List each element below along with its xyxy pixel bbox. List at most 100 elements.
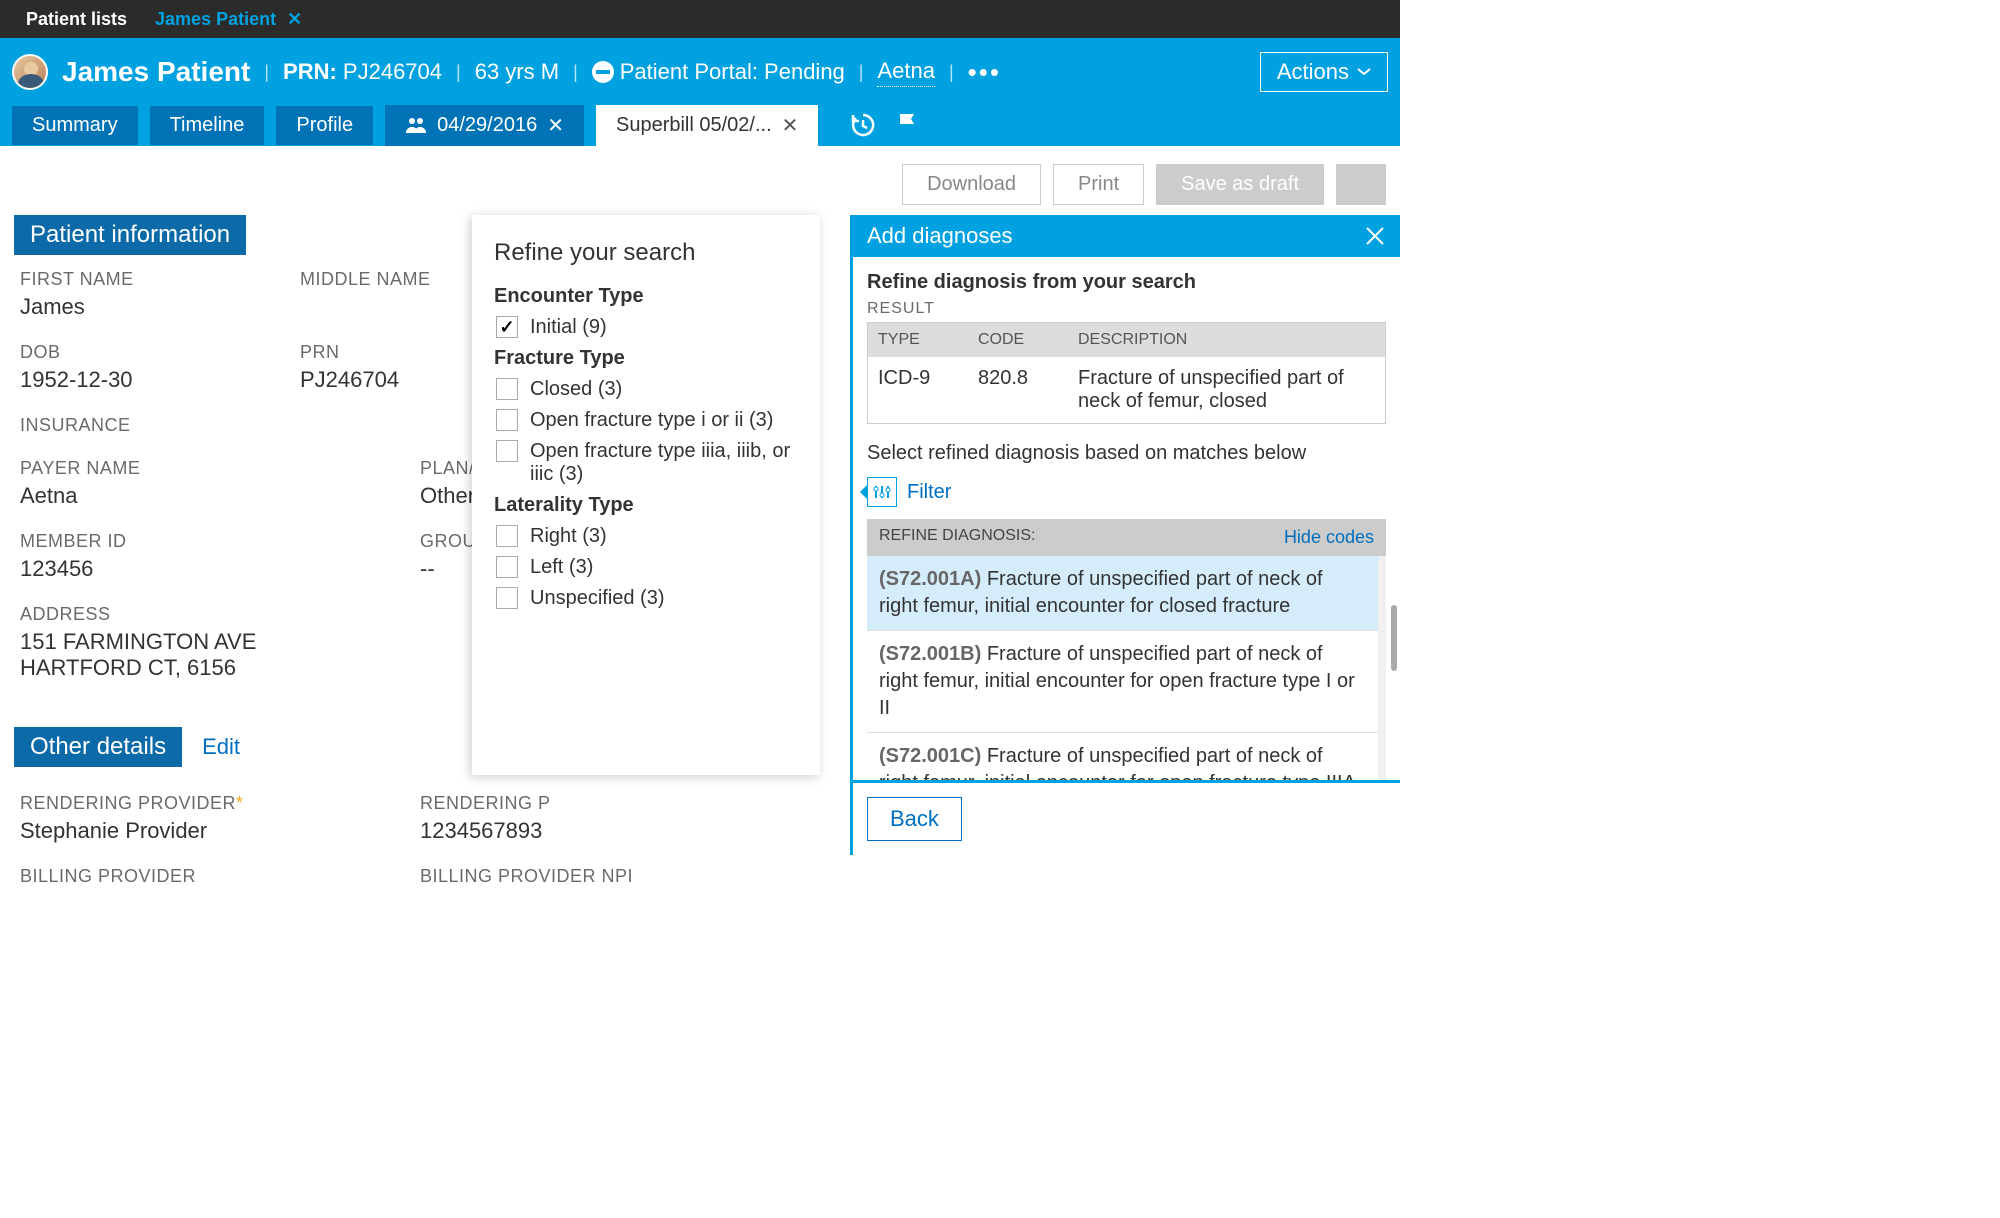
close-icon[interactable]: ✕ — [287, 9, 302, 29]
dob-value: 1952-12-30 — [20, 367, 220, 393]
rendering-npi-value: 1234567893 — [420, 818, 620, 844]
insurance-label: INSURANCE — [20, 415, 220, 436]
select-refined-text: Select refined diagnosis based on matche… — [867, 442, 1386, 465]
actions-button[interactable]: Actions — [1260, 52, 1388, 92]
facet-encounter-type: Encounter Type — [494, 285, 798, 308]
facet-right[interactable]: Right (3) — [494, 525, 798, 548]
flag-icon[interactable] — [896, 112, 920, 138]
diagnosis-item[interactable]: (S72.001C) Fracture of unspecified part … — [867, 733, 1378, 780]
tab-superbill[interactable]: Superbill 05/02/... ✕ — [596, 105, 818, 146]
back-button[interactable]: Back — [867, 797, 962, 841]
refine-diag-label: REFINE DIAGNOSIS: — [879, 527, 1035, 548]
panel-header: Add diagnoses — [853, 215, 1400, 257]
add-diagnoses-panel: Add diagnoses Refine diagnosis from your… — [850, 215, 1400, 855]
facet-open3-label: Open fracture type iiia, iiib, or iiic (… — [530, 440, 798, 486]
minus-circle-icon — [592, 61, 614, 83]
res-desc: Fracture of unspecified part of neck of … — [1078, 367, 1375, 413]
facet-initial[interactable]: Initial (9) — [494, 316, 798, 339]
tab-patient-lists[interactable]: Patient lists — [12, 1, 141, 38]
chevron-down-icon — [1357, 68, 1371, 76]
print-button[interactable]: Print — [1053, 164, 1144, 205]
facet-right-label: Right (3) — [530, 525, 607, 548]
diagnosis-item[interactable]: (S72.001B) Fracture of unspecified part … — [867, 631, 1378, 733]
section-patient-info: Patient information — [14, 215, 246, 255]
patient-header: James Patient | PRN: PJ246704 | 63 yrs M… — [0, 38, 1400, 146]
section-other-details: Other details — [14, 727, 182, 767]
checkbox-icon[interactable] — [496, 556, 518, 578]
diagnosis-item[interactable]: (S72.001A) Fracture of unspecified part … — [867, 556, 1378, 631]
panel-footer: Back — [853, 780, 1400, 855]
refine-title: Refine your search — [494, 239, 798, 267]
prn-value: PJ246704 — [300, 367, 500, 393]
first-name-label: FIRST NAME — [20, 269, 220, 290]
checkbox-icon[interactable] — [496, 378, 518, 400]
prn: PRN: PJ246704 — [283, 59, 442, 85]
rendering-provider-label: RENDERING PROVIDER* — [20, 793, 340, 814]
tab-timeline[interactable]: Timeline — [150, 106, 265, 145]
close-icon[interactable]: ✕ — [782, 113, 799, 138]
payer-name-value: Aetna — [20, 483, 340, 509]
tab-summary[interactable]: Summary — [12, 106, 138, 145]
facet-closed[interactable]: Closed (3) — [494, 378, 798, 401]
more-icon[interactable]: ••• — [968, 57, 1001, 88]
prn-label: PRN — [300, 342, 500, 363]
checkbox-icon[interactable] — [496, 440, 518, 462]
checkbox-icon[interactable] — [496, 587, 518, 609]
facet-fracture-type: Fracture Type — [494, 347, 798, 370]
facet-initial-label: Initial (9) — [530, 316, 607, 339]
download-button[interactable]: Download — [902, 164, 1041, 205]
diag-code: (S72.001B) — [879, 643, 981, 665]
close-icon[interactable] — [1364, 225, 1386, 247]
prn-label: PRN: — [283, 59, 337, 84]
encounter-date-label: 04/29/2016 — [437, 114, 537, 137]
toolbar: Download Print Save as draft — [0, 146, 1400, 215]
result-label: RESULT — [867, 300, 1386, 318]
tab-encounter-date[interactable]: 04/29/2016 ✕ — [385, 105, 584, 146]
close-icon[interactable]: ✕ — [547, 113, 564, 138]
facet-left[interactable]: Left (3) — [494, 556, 798, 579]
col-code: CODE — [978, 331, 1078, 349]
prn-value: PJ246704 — [343, 59, 442, 84]
res-code: 820.8 — [978, 367, 1078, 413]
member-id-label: MEMBER ID — [20, 531, 340, 552]
checkbox-icon[interactable] — [496, 525, 518, 547]
header-payer[interactable]: Aetna — [877, 58, 935, 87]
billing-npi-label: BILLING PROVIDER NPI — [420, 866, 633, 887]
checkbox-icon[interactable] — [496, 409, 518, 431]
address-line1: 151 FARMINGTON AVE — [20, 629, 256, 655]
rendering-npi-label: RENDERING P — [420, 793, 620, 814]
result-table: TYPE CODE DESCRIPTION ICD-9 820.8 Fractu… — [867, 322, 1386, 424]
rendering-provider-value: Stephanie Provider — [20, 818, 340, 844]
hide-codes-link[interactable]: Hide codes — [1284, 527, 1374, 548]
checkbox-checked-icon[interactable] — [496, 316, 518, 338]
facet-laterality-type: Laterality Type — [494, 494, 798, 517]
subtabs: Summary Timeline Profile 04/29/2016 ✕ Su… — [12, 104, 1388, 146]
avatar — [12, 54, 48, 90]
col-desc: DESCRIPTION — [1078, 331, 1375, 349]
diagnosis-list[interactable]: (S72.001A) Fracture of unspecified part … — [867, 556, 1386, 780]
save-draft-caret-button[interactable] — [1336, 164, 1386, 205]
save-draft-button[interactable]: Save as draft — [1156, 164, 1324, 205]
panel-subtitle: Refine diagnosis from your search — [867, 271, 1386, 294]
member-id-value: 123456 — [20, 556, 340, 582]
result-row[interactable]: ICD-9 820.8 Fracture of unspecified part… — [868, 357, 1385, 423]
address-label: ADDRESS — [20, 604, 256, 625]
refine-diagnosis-header: REFINE DIAGNOSIS: Hide codes — [867, 519, 1386, 556]
edit-link[interactable]: Edit — [202, 734, 240, 760]
facet-closed-label: Closed (3) — [530, 378, 622, 401]
sliders-icon[interactable] — [867, 477, 897, 507]
diag-code: (S72.001A) — [879, 568, 981, 590]
filter-row: Filter — [867, 477, 1386, 507]
facet-open-iii[interactable]: Open fracture type iiia, iiib, or iiic (… — [494, 440, 798, 486]
top-tabbar: Patient lists James Patient ✕ — [0, 0, 1400, 38]
tab-patient[interactable]: James Patient ✕ — [141, 1, 316, 38]
dob-label: DOB — [20, 342, 220, 363]
patient-name: James Patient — [62, 56, 250, 88]
refine-search-popup: Refine your search Encounter Type Initia… — [472, 215, 820, 775]
filter-link[interactable]: Filter — [907, 481, 951, 504]
tab-profile[interactable]: Profile — [276, 106, 373, 145]
facet-unspecified[interactable]: Unspecified (3) — [494, 587, 798, 610]
facet-left-label: Left (3) — [530, 556, 593, 579]
history-icon[interactable] — [850, 112, 876, 138]
facet-open-i-ii[interactable]: Open fracture type i or ii (3) — [494, 409, 798, 432]
